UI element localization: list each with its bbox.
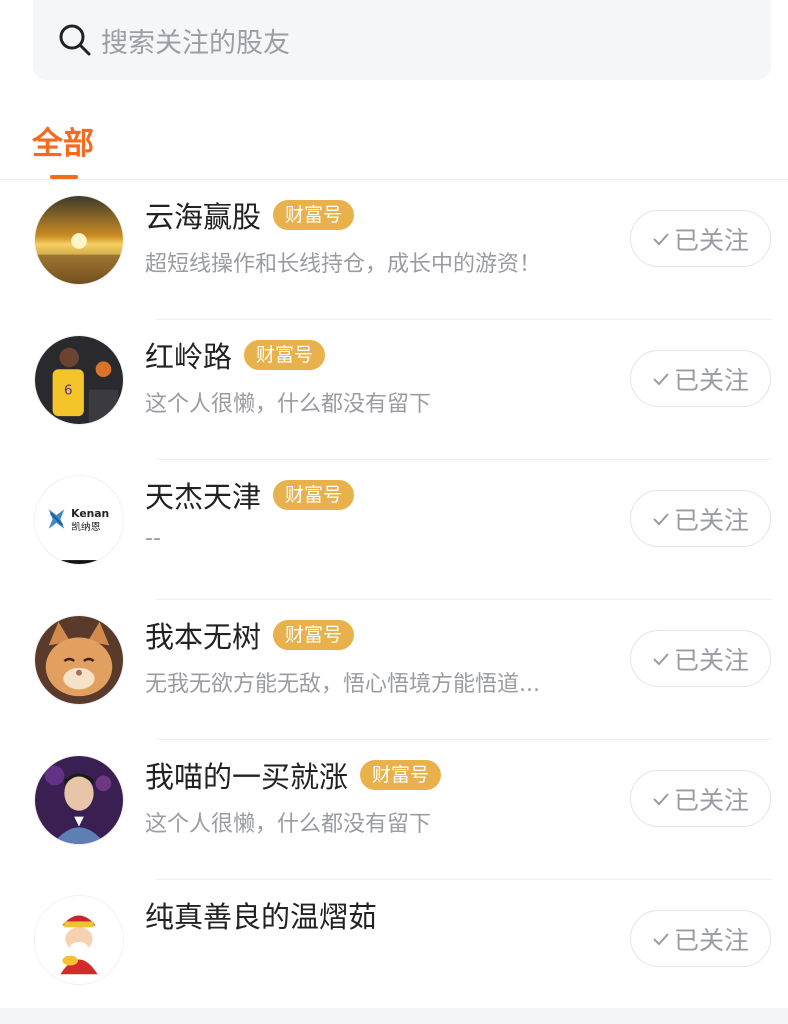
- tab-indicator: [50, 175, 78, 179]
- followed-button[interactable]: 已关注: [630, 490, 771, 547]
- followed-label: 已关注: [673, 365, 749, 395]
- fortune-badge: 财富号: [360, 760, 442, 790]
- search-input[interactable]: 搜索关注的股友: [101, 21, 290, 60]
- user-bio: 超短线操作和长线持仓，成长中的游资！: [145, 252, 542, 277]
- user-bio: --: [145, 526, 161, 551]
- search-icon: [59, 24, 91, 56]
- list-item[interactable]: 云海赢股 财富号 超短线操作和长线持仓，成长中的游资！ 已关注: [0, 180, 788, 320]
- list-item[interactable]: Kenan 凯纳恩 天杰天津 财富号 -- 已关注: [0, 460, 788, 600]
- avatar[interactable]: [34, 755, 124, 845]
- user-name[interactable]: 纯真善良的温熠茹: [145, 894, 377, 936]
- fortune-badge: 财富号: [273, 480, 355, 510]
- avatar[interactable]: Kenan 凯纳恩: [34, 475, 124, 565]
- avatar[interactable]: [34, 615, 124, 705]
- followed-button[interactable]: 已关注: [630, 910, 771, 967]
- check-icon: [653, 372, 669, 385]
- list-item[interactable]: 6 红岭路 财富号 这个人很懒，什么都没有留下 已关注: [0, 320, 788, 460]
- tab-all[interactable]: 全部: [32, 118, 94, 163]
- svg-text:6: 6: [64, 383, 73, 399]
- user-bio: 这个人很懒，什么都没有留下: [145, 392, 432, 417]
- followed-label: 已关注: [673, 925, 749, 955]
- logo-text-top: Kenan: [71, 507, 109, 520]
- followed-button[interactable]: 已关注: [630, 630, 771, 687]
- fortune-badge: 财富号: [244, 340, 326, 370]
- basketball-player-image: 6: [35, 336, 123, 424]
- check-icon: [653, 792, 669, 805]
- user-bio: 这个人很懒，什么都没有留下: [145, 812, 432, 837]
- fortune-god-image: [35, 896, 123, 984]
- list-item[interactable]: 我本无树 财富号 无我无欲方能无敌，悟心悟境方能悟道... 已关注: [0, 600, 788, 740]
- avatar[interactable]: [34, 895, 124, 985]
- fortune-badge: 财富号: [273, 200, 355, 230]
- avatar[interactable]: 6: [34, 335, 124, 425]
- check-icon: [653, 512, 669, 525]
- logo-text-bottom: 凯纳恩: [71, 520, 101, 533]
- kenan-logo: Kenan 凯纳恩: [35, 476, 123, 564]
- user-name[interactable]: 我喵的一买就涨: [145, 754, 348, 796]
- list-item[interactable]: 我喵的一买就涨 财富号 这个人很懒，什么都没有留下 已关注: [0, 740, 788, 880]
- kitten-image: [35, 616, 123, 704]
- tab-bar: 全部: [0, 100, 788, 180]
- person-image: [35, 756, 123, 844]
- bottom-bar: [0, 1008, 788, 1024]
- followed-button[interactable]: 已关注: [630, 770, 771, 827]
- user-name[interactable]: 天杰天津: [145, 474, 261, 516]
- check-icon: [653, 232, 669, 245]
- avatar[interactable]: [34, 195, 124, 285]
- search-bar[interactable]: 搜索关注的股友: [33, 0, 771, 80]
- user-name[interactable]: 我本无树: [145, 614, 261, 656]
- followed-label: 已关注: [673, 645, 749, 675]
- followed-label: 已关注: [673, 225, 749, 255]
- sunset-image: [35, 196, 123, 284]
- followed-button[interactable]: 已关注: [630, 210, 771, 267]
- followed-label: 已关注: [673, 785, 749, 815]
- followed-label: 已关注: [673, 505, 749, 535]
- user-name[interactable]: 云海赢股: [145, 194, 261, 236]
- check-icon: [653, 652, 669, 665]
- following-list: 云海赢股 财富号 超短线操作和长线持仓，成长中的游资！ 已关注 6 红岭路 财富…: [0, 180, 788, 1020]
- fortune-badge: 财富号: [273, 620, 355, 650]
- followed-button[interactable]: 已关注: [630, 350, 771, 407]
- user-bio: 无我无欲方能无敌，悟心悟境方能悟道...: [145, 672, 540, 697]
- check-icon: [653, 932, 669, 945]
- list-item[interactable]: 纯真善良的温熠茹 已关注: [0, 880, 788, 1020]
- user-name[interactable]: 红岭路: [145, 334, 232, 376]
